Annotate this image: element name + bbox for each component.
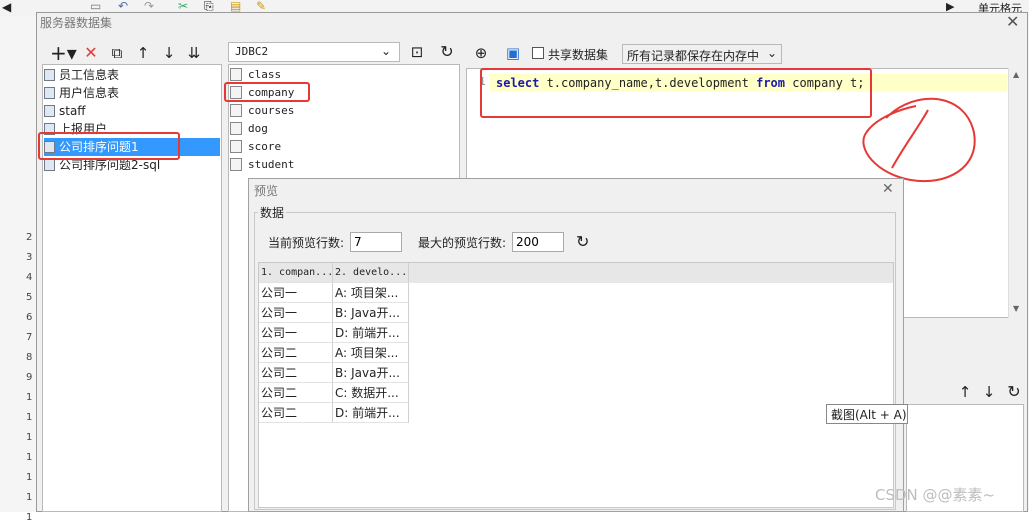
row-number: 9 bbox=[26, 372, 33, 383]
watermark: CSDN @@素素~ bbox=[875, 486, 996, 504]
annotation-box-table bbox=[224, 82, 310, 102]
row-number: 3 bbox=[26, 252, 33, 263]
annotation-box-sql bbox=[480, 68, 872, 118]
dataset-label: 员工信息表 bbox=[59, 68, 120, 82]
row-number: 4 bbox=[26, 272, 33, 283]
dataset-label: staff bbox=[59, 104, 86, 118]
max-rows-input[interactable] bbox=[512, 232, 564, 252]
row-number: 1 bbox=[26, 412, 33, 423]
param-down-icon[interactable]: ↓ bbox=[980, 383, 998, 401]
arrow-icon[interactable]: ◀ bbox=[2, 0, 11, 14]
dataset-icon bbox=[44, 159, 55, 171]
grid-cell[interactable]: 公司一 bbox=[259, 303, 333, 323]
table-item[interactable]: score bbox=[230, 138, 281, 156]
row-number: 6 bbox=[26, 312, 33, 323]
grid-cell[interactable]: 公司一 bbox=[259, 323, 333, 343]
grid-cell[interactable]: 公司一 bbox=[259, 283, 333, 303]
chevron-down-icon[interactable]: ⌄ bbox=[381, 44, 391, 58]
sort-icon[interactable]: ⇊ bbox=[184, 44, 204, 62]
row-number: 5 bbox=[26, 292, 33, 303]
row-number: 1 bbox=[26, 472, 33, 483]
edit-connection-icon[interactable]: ⊡ bbox=[406, 43, 428, 61]
shared-dataset-checkbox[interactable] bbox=[532, 47, 544, 59]
dataset-icon bbox=[44, 105, 55, 117]
table-label: score bbox=[248, 140, 282, 153]
table-label: student bbox=[248, 158, 295, 171]
grid-cell[interactable]: 公司二 bbox=[259, 403, 333, 423]
grid-cell[interactable]: A: 项目架... bbox=[333, 343, 409, 363]
table-label: class bbox=[248, 68, 282, 81]
data-group-label: 数据 bbox=[258, 204, 287, 221]
chevron-down-icon[interactable]: ⌄ bbox=[767, 46, 777, 60]
grid-column-header[interactable]: 1. compan... bbox=[259, 263, 333, 283]
grid-cell[interactable]: D: 前端开... bbox=[333, 323, 409, 343]
param-refresh-icon[interactable]: ↻ bbox=[1004, 383, 1024, 401]
grid-cell[interactable]: 公司二 bbox=[259, 363, 333, 383]
current-rows-label: 当前预览行数: bbox=[268, 236, 345, 250]
grid-cell[interactable]: D: 前端开... bbox=[333, 403, 409, 423]
dataset-label: 公司排序问题2-sql bbox=[59, 158, 161, 172]
grid-cell[interactable]: 公司二 bbox=[259, 343, 333, 363]
dataset-item[interactable]: staff bbox=[44, 102, 220, 120]
grid-cell[interactable]: A: 项目架... bbox=[333, 283, 409, 303]
table-icon bbox=[230, 68, 242, 81]
grid-cell[interactable]: 公司二 bbox=[259, 383, 333, 403]
connection-name: JDBC2 bbox=[235, 45, 269, 58]
move-up-icon[interactable]: ↑ bbox=[134, 44, 152, 62]
dialog-close-icon[interactable]: ✕ bbox=[1006, 14, 1019, 30]
table-icon bbox=[230, 140, 242, 153]
row-number: 1 bbox=[26, 492, 33, 503]
grid-cell[interactable]: B: Java开... bbox=[333, 363, 409, 383]
storage-option: 所有记录都保存在内存中 bbox=[627, 49, 760, 63]
table-item[interactable]: dog bbox=[230, 120, 268, 138]
dataset-label: 用户信息表 bbox=[59, 86, 120, 100]
param-up-icon[interactable]: ↑ bbox=[956, 383, 974, 401]
preview-close-icon[interactable]: ✕ bbox=[882, 181, 894, 197]
move-down-icon[interactable]: ↓ bbox=[160, 44, 178, 62]
storage-select[interactable]: 所有记录都保存在内存中 ⌄ bbox=[622, 44, 782, 64]
refresh-tables-icon[interactable]: ↻ bbox=[436, 43, 458, 61]
copy-dataset-icon[interactable]: ⧉ bbox=[108, 44, 126, 62]
row-number: 1 bbox=[26, 392, 33, 403]
table-label: dog bbox=[248, 122, 268, 135]
grid-cell[interactable]: C: 数据开... bbox=[333, 383, 409, 403]
annotation-box-dataset bbox=[38, 132, 180, 160]
refresh-preview-icon[interactable]: ↻ bbox=[576, 232, 589, 251]
dataset-item[interactable]: 员工信息表 bbox=[44, 66, 220, 84]
table-item[interactable]: student bbox=[230, 156, 294, 174]
preview-icon[interactable]: ⊕ bbox=[472, 44, 490, 62]
row-number: 1 bbox=[26, 512, 33, 523]
connection-select[interactable]: JDBC2 ⌄ bbox=[228, 42, 400, 62]
parameter-icon[interactable]: ▣ bbox=[504, 44, 522, 62]
scroll-down-icon[interactable]: ▼ bbox=[1013, 304, 1019, 313]
row-number: 8 bbox=[26, 352, 33, 363]
table-label: courses bbox=[248, 104, 295, 117]
grid-column-header[interactable]: 2. develo... bbox=[333, 263, 409, 283]
current-rows-input[interactable] bbox=[350, 232, 402, 252]
screenshot-tooltip: 截图(Alt + A) bbox=[826, 404, 908, 424]
row-number: 7 bbox=[26, 332, 33, 343]
table-item[interactable]: courses bbox=[230, 102, 294, 120]
add-dataset-icon[interactable]: +▾ bbox=[50, 43, 77, 63]
max-rows-label: 最大的预览行数: bbox=[418, 236, 507, 250]
dataset-icon bbox=[44, 69, 55, 81]
annotation-scribble bbox=[862, 97, 976, 183]
row-number: 1 bbox=[26, 432, 33, 443]
table-icon bbox=[230, 104, 242, 117]
dataset-item[interactable]: 用户信息表 bbox=[44, 84, 220, 102]
row-number: 1 bbox=[26, 452, 33, 463]
preview-title: 预览 bbox=[254, 184, 279, 198]
table-icon bbox=[230, 122, 242, 135]
dataset-icon bbox=[44, 87, 55, 99]
grid-cell[interactable]: B: Java开... bbox=[333, 303, 409, 323]
scroll-up-icon[interactable]: ▲ bbox=[1013, 70, 1019, 79]
shared-dataset-label: 共享数据集 bbox=[548, 48, 609, 62]
delete-icon[interactable]: ✕ bbox=[82, 44, 100, 62]
dialog-title: 服务器数据集 bbox=[40, 16, 113, 30]
row-number: 2 bbox=[26, 232, 33, 243]
editor-scrollbar[interactable]: ▲ ▼ bbox=[1008, 68, 1026, 318]
table-icon bbox=[230, 158, 242, 171]
